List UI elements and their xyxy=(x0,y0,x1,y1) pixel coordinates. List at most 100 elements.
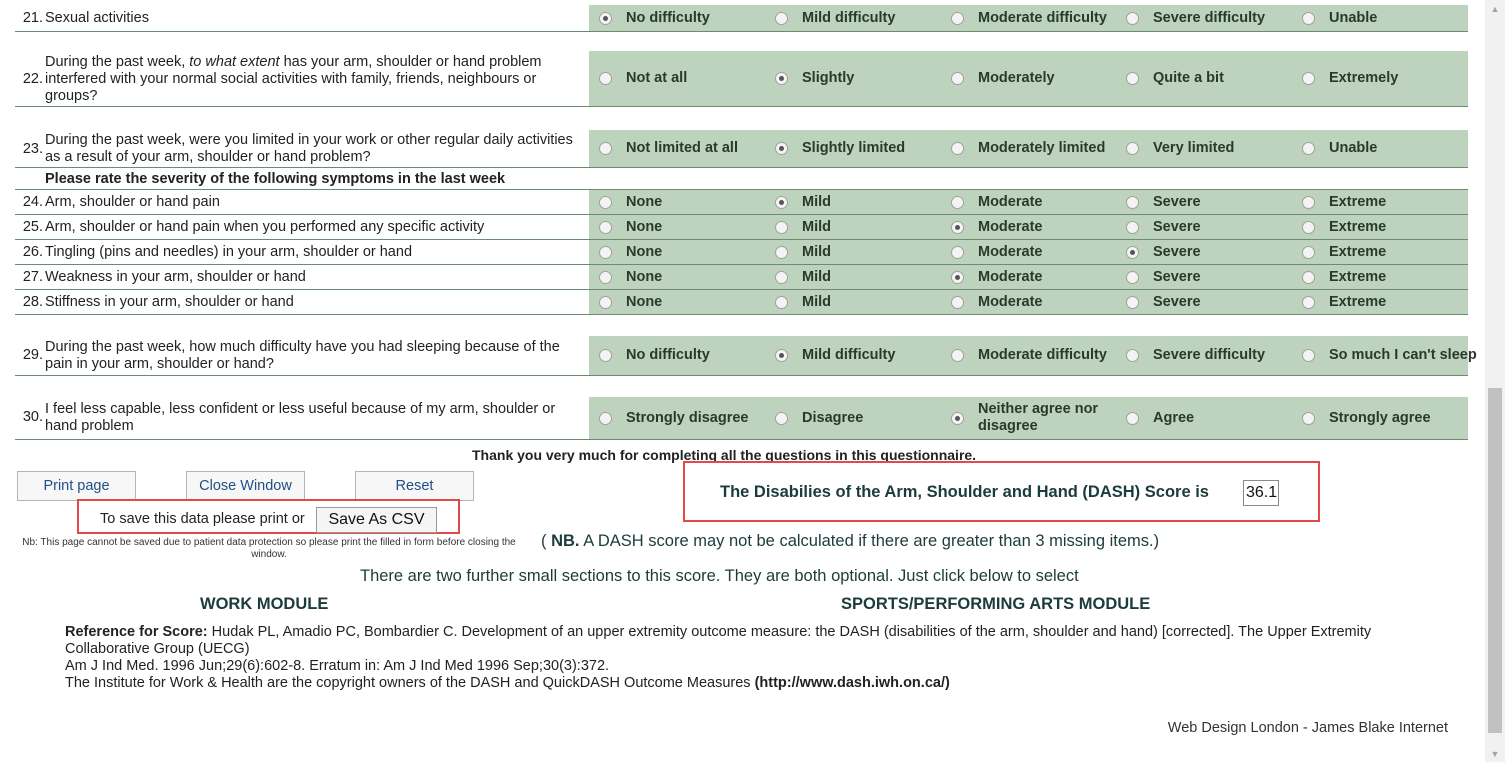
radio-empty-icon[interactable] xyxy=(1302,349,1315,362)
radio-selected-icon[interactable] xyxy=(599,11,612,25)
save-as-csv-button[interactable]: Save As CSV xyxy=(316,507,437,533)
work-module-link[interactable]: WORK MODULE xyxy=(200,595,328,614)
answer-option[interactable]: Slightly limited xyxy=(775,130,951,167)
answer-option[interactable]: Moderately xyxy=(951,51,1127,106)
radio-empty-icon[interactable] xyxy=(1302,295,1315,309)
answer-option[interactable]: Mild xyxy=(775,265,951,289)
answer-option[interactable]: Moderate xyxy=(951,290,1127,314)
radio-empty-icon[interactable] xyxy=(775,220,788,234)
answer-option[interactable]: None xyxy=(599,290,775,314)
answer-option[interactable]: Mild xyxy=(775,215,951,239)
radio-empty-icon[interactable] xyxy=(1302,142,1315,155)
radio-empty-icon[interactable] xyxy=(951,142,964,155)
answer-option[interactable]: Severe xyxy=(1126,190,1302,214)
answer-option[interactable]: Extreme xyxy=(1302,240,1478,264)
radio-selected-icon[interactable] xyxy=(775,349,788,362)
answer-option[interactable]: Moderate xyxy=(951,265,1127,289)
print-page-button[interactable]: Print page xyxy=(17,471,136,501)
dash-score-field[interactable]: 36.1 xyxy=(1243,480,1279,506)
answer-option[interactable]: Moderate xyxy=(951,190,1127,214)
footer-credit[interactable]: Web Design London - James Blake Internet xyxy=(1168,720,1448,736)
answer-option[interactable]: So much I can't sleep xyxy=(1302,336,1478,375)
radio-empty-icon[interactable] xyxy=(599,295,612,309)
answer-option[interactable]: Extreme xyxy=(1302,215,1478,239)
radio-empty-icon[interactable] xyxy=(1126,295,1139,309)
radio-empty-icon[interactable] xyxy=(951,295,964,309)
answer-option[interactable]: Quite a bit xyxy=(1126,51,1302,106)
radio-selected-icon[interactable] xyxy=(775,72,788,85)
radio-empty-icon[interactable] xyxy=(599,142,612,155)
answer-option[interactable]: Very limited xyxy=(1126,130,1302,167)
answer-option[interactable]: Unable xyxy=(1302,5,1478,31)
radio-empty-icon[interactable] xyxy=(951,11,964,25)
answer-option[interactable]: Strongly agree xyxy=(1302,397,1478,439)
radio-empty-icon[interactable] xyxy=(1302,245,1315,259)
answer-option[interactable]: Neither agree nor disagree xyxy=(951,397,1127,439)
radio-selected-icon[interactable] xyxy=(951,270,964,284)
scroll-down-icon[interactable]: ▼ xyxy=(1485,745,1505,762)
answer-option[interactable]: Moderate difficulty xyxy=(951,336,1127,375)
radio-empty-icon[interactable] xyxy=(1126,11,1139,25)
radio-empty-icon[interactable] xyxy=(599,245,612,259)
answer-option[interactable]: Extreme xyxy=(1302,265,1478,289)
answer-option[interactable]: Severe xyxy=(1126,215,1302,239)
radio-empty-icon[interactable] xyxy=(775,270,788,284)
radio-empty-icon[interactable] xyxy=(1126,72,1139,85)
answer-option[interactable]: Mild difficulty xyxy=(775,5,951,31)
answer-option[interactable]: No difficulty xyxy=(599,336,775,375)
answer-option[interactable]: Strongly disagree xyxy=(599,397,775,439)
radio-empty-icon[interactable] xyxy=(1302,195,1315,209)
answer-option[interactable]: None xyxy=(599,240,775,264)
answer-option[interactable]: Mild xyxy=(775,290,951,314)
answer-option[interactable]: Severe xyxy=(1126,265,1302,289)
dash-website-link[interactable]: (http://www.dash.iwh.on.ca/) xyxy=(755,675,950,691)
reset-button[interactable]: Reset xyxy=(355,471,474,501)
answer-option[interactable]: None xyxy=(599,190,775,214)
answer-option[interactable]: Slightly xyxy=(775,51,951,106)
answer-option[interactable]: Mild difficulty xyxy=(775,336,951,375)
answer-option[interactable]: Extremely xyxy=(1302,51,1478,106)
vertical-scrollbar[interactable]: ▲ ▼ xyxy=(1485,0,1505,762)
radio-empty-icon[interactable] xyxy=(775,11,788,25)
answer-option[interactable]: Not at all xyxy=(599,51,775,106)
answer-option[interactable]: Moderate xyxy=(951,240,1127,264)
answer-option[interactable]: Extreme xyxy=(1302,290,1478,314)
answer-option[interactable]: Mild xyxy=(775,240,951,264)
radio-empty-icon[interactable] xyxy=(599,349,612,362)
close-window-button[interactable]: Close Window xyxy=(186,471,305,501)
answer-option[interactable]: No difficulty xyxy=(599,5,775,31)
radio-empty-icon[interactable] xyxy=(775,295,788,309)
radio-selected-icon[interactable] xyxy=(1126,245,1139,259)
answer-option[interactable]: Moderately limited xyxy=(951,130,1127,167)
radio-empty-icon[interactable] xyxy=(1126,220,1139,234)
radio-empty-icon[interactable] xyxy=(951,72,964,85)
radio-empty-icon[interactable] xyxy=(1302,220,1315,234)
radio-empty-icon[interactable] xyxy=(599,220,612,234)
radio-empty-icon[interactable] xyxy=(599,411,612,425)
answer-option[interactable]: Unable xyxy=(1302,130,1478,167)
radio-selected-icon[interactable] xyxy=(775,195,788,209)
radio-empty-icon[interactable] xyxy=(1126,270,1139,284)
answer-option[interactable]: None xyxy=(599,265,775,289)
radio-empty-icon[interactable] xyxy=(1126,142,1139,155)
answer-option[interactable]: Moderate difficulty xyxy=(951,5,1127,31)
radio-selected-icon[interactable] xyxy=(951,411,964,425)
answer-option[interactable]: None xyxy=(599,215,775,239)
radio-empty-icon[interactable] xyxy=(1126,349,1139,362)
radio-empty-icon[interactable] xyxy=(951,195,964,209)
answer-option[interactable]: Severe xyxy=(1126,290,1302,314)
radio-empty-icon[interactable] xyxy=(775,411,788,425)
radio-empty-icon[interactable] xyxy=(951,245,964,259)
answer-option[interactable]: Moderate xyxy=(951,215,1127,239)
radio-empty-icon[interactable] xyxy=(951,349,964,362)
answer-option[interactable]: Mild xyxy=(775,190,951,214)
radio-empty-icon[interactable] xyxy=(1302,270,1315,284)
scrollbar-thumb[interactable] xyxy=(1488,388,1502,733)
radio-empty-icon[interactable] xyxy=(1302,11,1315,25)
answer-option[interactable]: Disagree xyxy=(775,397,951,439)
answer-option[interactable]: Extreme xyxy=(1302,190,1478,214)
radio-empty-icon[interactable] xyxy=(775,245,788,259)
answer-option[interactable]: Severe difficulty xyxy=(1126,5,1302,31)
radio-empty-icon[interactable] xyxy=(1126,195,1139,209)
radio-selected-icon[interactable] xyxy=(775,142,788,155)
